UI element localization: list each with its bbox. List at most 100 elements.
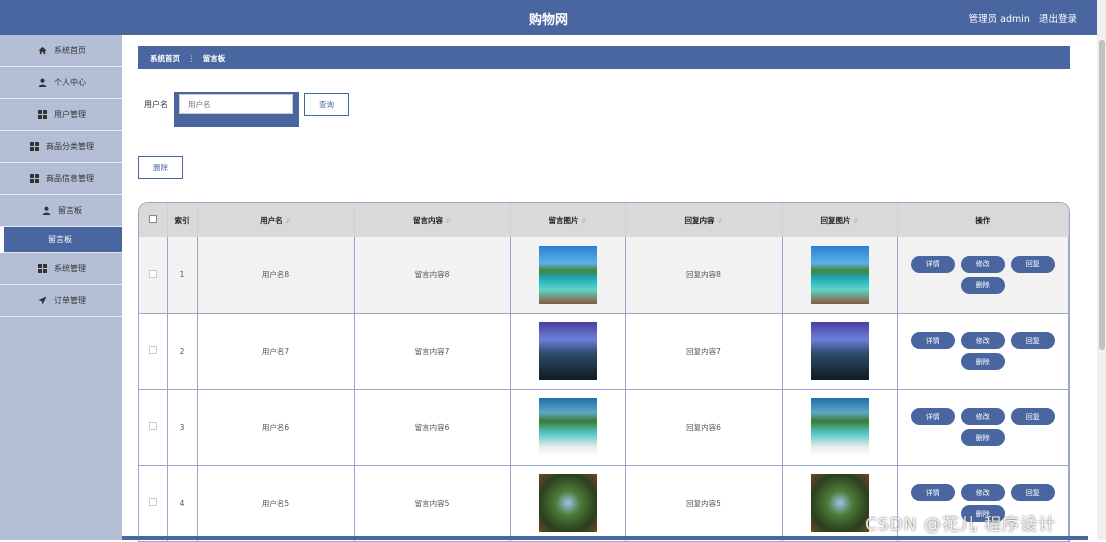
detail-button[interactable]: 详情 <box>910 332 955 349</box>
row-username: 用户名6 <box>197 389 355 466</box>
reply-image[interactable] <box>810 245 869 304</box>
row-index: 1 <box>167 237 198 314</box>
header-reply[interactable]: 回复内容 ⇵ <box>625 203 783 237</box>
row-username: 用户名8 <box>197 237 355 314</box>
header-content[interactable]: 留言内容 ⇵ <box>354 203 511 237</box>
reply-button[interactable]: 回复 <box>1010 332 1055 349</box>
header-actions: 操作 <box>897 203 1069 237</box>
row-checkbox[interactable] <box>148 422 157 430</box>
row-content: 留言内容7 <box>354 313 511 390</box>
sidebar-item-users[interactable]: 用户管理 <box>0 99 122 131</box>
sidebar-item-orders[interactable]: 订单管理 <box>0 285 122 317</box>
reply-button[interactable]: 回复 <box>1010 408 1055 425</box>
sidebar-subitem-messageboard[interactable]: 留言板 <box>0 227 122 253</box>
message-image[interactable] <box>538 245 597 304</box>
admin-label: 管理员 admin <box>968 14 1030 25</box>
grid-icon <box>28 174 40 184</box>
search-label: 用户名 <box>144 100 168 109</box>
scrollbar-thumb[interactable] <box>1099 40 1105 350</box>
table-row: 3 用户名6 留言内容6 回复内容6 详情 修改 回复删除 <box>139 389 1069 466</box>
main-content: 系统首页 ⋮ 留言板 用户名 查询 删除 索引 用户名⇵ 留言内容⇵ 留言图片⇵… <box>122 35 1088 542</box>
send-icon <box>36 296 48 306</box>
breadcrumb-current: 留言板 <box>202 54 226 63</box>
message-image[interactable] <box>538 322 597 380</box>
query-button[interactable]: 查询 <box>304 93 349 116</box>
sidebar-item-system[interactable]: 系统管理 <box>0 253 122 285</box>
edit-button[interactable]: 修改 <box>960 332 1005 349</box>
sort-icon[interactable]: ⇵ <box>717 218 722 225</box>
sidebar-item-label: 留言板 <box>58 206 82 215</box>
sort-icon[interactable]: ⇵ <box>286 218 291 225</box>
reply-image[interactable] <box>810 398 869 456</box>
app-title: 购物网 <box>528 13 568 28</box>
sidebar-item-label: 留言板 <box>48 235 72 244</box>
row-reply: 回复内容7 <box>625 313 783 390</box>
header-image[interactable]: 留言图片 ⇵ <box>510 203 626 237</box>
top-bar: 购物网 管理员 admin 退出登录 <box>0 0 1097 35</box>
sidebar-item-products[interactable]: 商品信息管理 <box>0 163 122 195</box>
csdn-watermark: CSDN @花儿 程序设计 <box>865 515 1057 535</box>
breadcrumb: 系统首页 ⋮ 留言板 <box>138 46 1070 69</box>
grid-icon <box>36 110 48 120</box>
detail-button[interactable]: 详情 <box>910 255 955 273</box>
row-checkbox[interactable] <box>148 346 157 354</box>
grid-icon <box>28 142 40 152</box>
table-row: 1 用户名8 留言内容8 回复内容8 详情 修改 回复删除 <box>139 237 1069 314</box>
user-area: 管理员 admin 退出登录 <box>963 11 1077 25</box>
detail-button[interactable]: 详情 <box>910 484 955 501</box>
sidebar-item-label: 系统管理 <box>54 264 86 273</box>
row-index: 4 <box>167 465 198 541</box>
row-content: 留言内容8 <box>354 237 511 314</box>
username-search-input[interactable] <box>179 94 293 114</box>
home-icon <box>36 46 48 56</box>
delete-button[interactable]: 删除 <box>960 429 1005 446</box>
row-username: 用户名7 <box>197 313 355 390</box>
reply-button[interactable]: 回复 <box>1010 484 1055 501</box>
grid-icon <box>36 264 48 274</box>
edit-button[interactable]: 修改 <box>960 484 1005 501</box>
row-index: 2 <box>167 313 198 390</box>
page-scrollbar[interactable] <box>1097 0 1106 540</box>
reply-image[interactable] <box>810 322 869 380</box>
search-box <box>174 92 299 127</box>
table-header-row: 索引 用户名 ⇵ 留言内容 ⇵ 留言图片 ⇵ 回复内容 ⇵ 回复图片 ⇵ 操作 <box>139 203 1069 237</box>
sidebar-item-label: 商品信息管理 <box>46 174 94 183</box>
edit-button[interactable]: 修改 <box>960 408 1005 425</box>
bottom-strip <box>122 536 1088 540</box>
logout-link[interactable]: 退出登录 <box>1039 14 1077 25</box>
breadcrumb-separator: ⋮ <box>187 54 196 63</box>
row-checkbox[interactable] <box>148 498 157 506</box>
sidebar-item-profile[interactable]: 个人中心 <box>0 67 122 99</box>
detail-button[interactable]: 详情 <box>910 408 955 425</box>
delete-button[interactable]: 删除 <box>960 353 1005 370</box>
select-all-checkbox[interactable] <box>148 215 157 223</box>
sidebar-item-messageboard[interactable]: 留言板 <box>0 195 122 227</box>
sidebar: 系统首页 个人中心 用户管理 商品分类管理 商品信息管理 留言板 留言板 系统管… <box>0 35 122 540</box>
sidebar-item-label: 订单管理 <box>54 296 86 305</box>
row-username: 用户名5 <box>197 465 355 541</box>
sort-icon[interactable]: ⇵ <box>446 218 451 225</box>
user-icon <box>40 206 52 216</box>
select-all-cell[interactable] <box>139 203 168 237</box>
reply-image[interactable] <box>810 474 869 532</box>
sidebar-item-category[interactable]: 商品分类管理 <box>0 131 122 163</box>
delete-selected-button[interactable]: 删除 <box>138 156 183 179</box>
message-image[interactable] <box>538 474 597 532</box>
table-row: 2 用户名7 留言内容7 回复内容7 详情 修改 回复删除 <box>139 313 1069 390</box>
header-reply-image[interactable]: 回复图片 ⇵ <box>782 203 898 237</box>
sidebar-item-home[interactable]: 系统首页 <box>0 35 122 67</box>
row-checkbox[interactable] <box>148 269 157 278</box>
delete-button[interactable]: 删除 <box>960 276 1005 294</box>
row-content: 留言内容5 <box>354 465 511 541</box>
sort-icon[interactable]: ⇵ <box>853 218 858 225</box>
header-username[interactable]: 用户名 ⇵ <box>197 203 355 237</box>
reply-button[interactable]: 回复 <box>1010 255 1055 273</box>
sort-icon[interactable]: ⇵ <box>581 218 586 225</box>
breadcrumb-home[interactable]: 系统首页 <box>150 54 180 63</box>
row-reply: 回复内容8 <box>625 237 783 314</box>
sidebar-item-label: 用户管理 <box>54 110 86 119</box>
edit-button[interactable]: 修改 <box>960 255 1005 273</box>
row-reply: 回复内容5 <box>625 465 783 541</box>
message-image[interactable] <box>538 398 597 456</box>
row-content: 留言内容6 <box>354 389 511 466</box>
